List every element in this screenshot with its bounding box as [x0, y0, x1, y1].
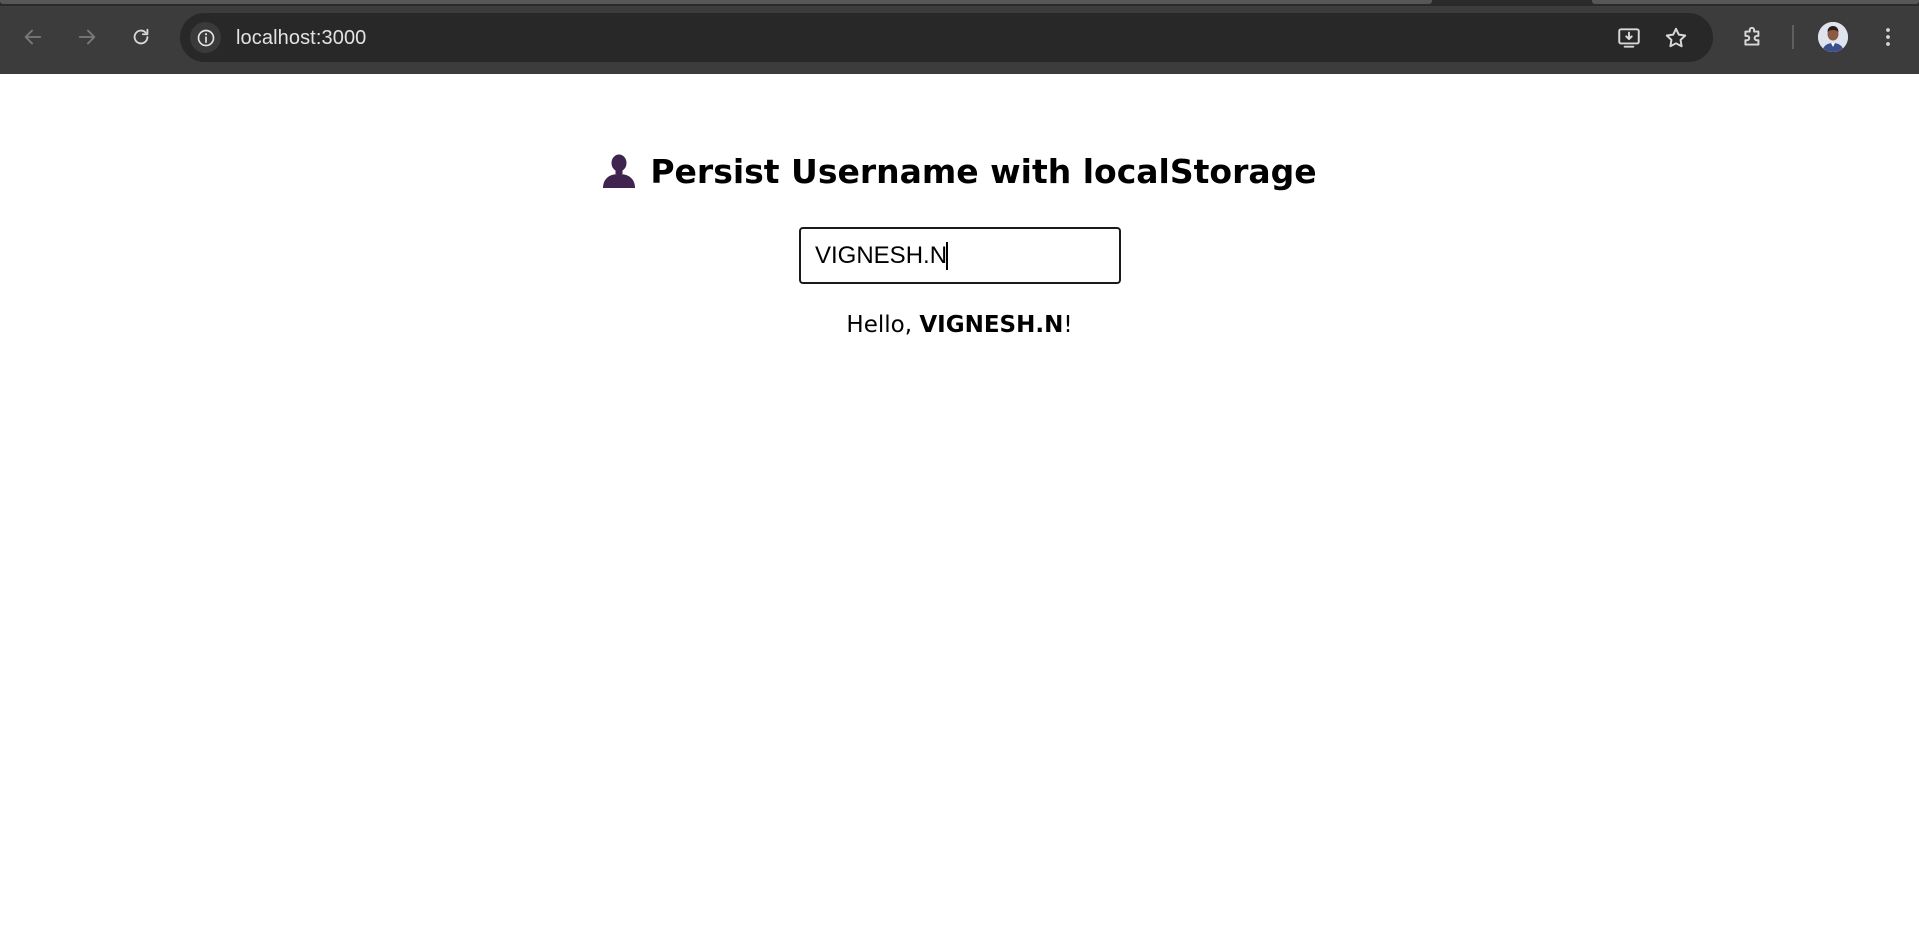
username-input[interactable] [799, 227, 1121, 284]
greeting-suffix: ! [1063, 312, 1073, 338]
arrow-right-icon [78, 29, 96, 45]
extensions-button[interactable] [1739, 23, 1767, 51]
forward-button[interactable] [70, 20, 104, 54]
install-app-icon [1618, 28, 1640, 48]
kebab-menu-icon [1886, 28, 1890, 46]
arrow-left-icon [24, 29, 42, 45]
greeting-username: VIGNESH.N [919, 312, 1064, 338]
puzzle-icon [1744, 26, 1760, 46]
toolbar-separator [1792, 25, 1794, 49]
profile-avatar[interactable] [1818, 22, 1848, 52]
browser-menu-button[interactable] [1874, 23, 1902, 51]
bust-in-silhouette-icon [603, 154, 636, 188]
site-info-button[interactable] [190, 22, 221, 53]
text-caret [946, 242, 948, 270]
info-icon [197, 29, 214, 46]
reload-button[interactable] [124, 20, 158, 54]
avatar-image [1818, 22, 1848, 52]
page-content: Persist Username with localStorage Hello… [0, 74, 1919, 947]
browser-toolbar: localhost:3000 [0, 0, 1919, 74]
reload-icon [133, 28, 149, 45]
bookmark-button[interactable] [1663, 25, 1689, 51]
url-text[interactable]: localhost:3000 [236, 27, 366, 50]
install-app-button[interactable] [1616, 25, 1642, 51]
tab-strip-segment [0, 0, 1432, 4]
page-title: Persist Username with localStorage [0, 152, 1919, 191]
address-bar[interactable]: localhost:3000 [180, 13, 1713, 62]
page-title-text: Persist Username with localStorage [650, 152, 1317, 191]
back-button[interactable] [16, 20, 50, 54]
tab-strip [0, 0, 1919, 6]
star-icon [1665, 27, 1687, 48]
greeting-prefix: Hello, [846, 312, 920, 338]
greeting-message: Hello, VIGNESH.N! [0, 312, 1919, 338]
tab-strip-segment [1592, 0, 1919, 4]
